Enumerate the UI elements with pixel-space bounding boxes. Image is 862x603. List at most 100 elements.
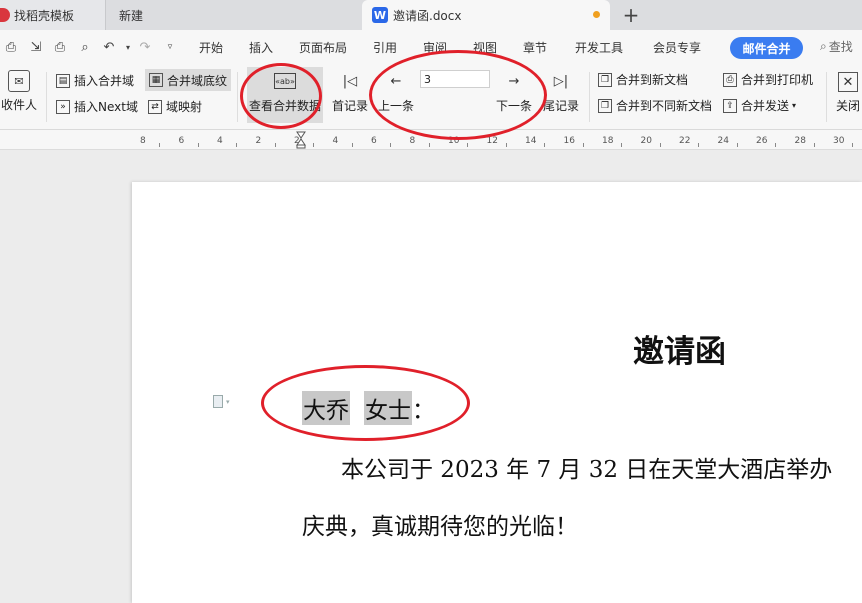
first-record-icon: |◁: [342, 74, 358, 89]
annotation-circle-view-merged-data: [240, 63, 322, 129]
search-button[interactable]: ⌕ 查找: [820, 38, 853, 55]
separator: [237, 72, 238, 122]
menu-chapter[interactable]: 章节: [523, 39, 547, 56]
menu-developer[interactable]: 开发工具: [575, 39, 623, 56]
tab-document-label: 邀请函.docx: [393, 8, 462, 23]
ruler-tick-label: 16: [563, 136, 575, 146]
menu-member[interactable]: 会员专享: [653, 39, 701, 56]
document-title: 邀请函: [633, 334, 726, 370]
paragraph-handle[interactable]: ▾: [213, 395, 230, 408]
redo-icon[interactable]: ↷: [136, 38, 154, 56]
unsaved-indicator: [593, 11, 600, 18]
ruler-tick: [313, 143, 315, 147]
insert-merge-field-button[interactable]: ▤ 插入合并域: [56, 72, 134, 89]
close-icon: ✕: [838, 72, 858, 92]
merge-new-doc-button[interactable]: ❐ 合并到新文档: [598, 71, 688, 88]
ruler-tick: [621, 143, 623, 147]
ruler-tick-label: 18: [602, 136, 614, 146]
ruler-tick: [544, 143, 546, 147]
ruler-tick-label: 2: [255, 136, 262, 146]
ruler-tick: [390, 143, 392, 147]
recipients-button[interactable]: ✉ 收件人: [0, 70, 38, 113]
last-record-label: 尾记录: [542, 99, 579, 113]
ruler-tick: [274, 143, 276, 147]
merge-printer-label: 合并到打印机: [741, 73, 814, 87]
menu-insert[interactable]: 插入: [249, 39, 273, 56]
new-tab-button[interactable]: +: [618, 0, 644, 30]
ruler-tick: [659, 143, 661, 147]
menu-mail-merge[interactable]: 邮件合并: [730, 37, 803, 59]
tab-new-label: 新建: [119, 8, 144, 23]
separator: [826, 72, 827, 122]
printer-icon: ⎙: [723, 72, 737, 87]
ruler-tick: [236, 143, 238, 147]
merge-send-button[interactable]: ⇪ 合并发送 ▾: [723, 97, 796, 114]
paragraph-icon: [213, 395, 223, 408]
ruler-tick: [351, 143, 353, 147]
ruler-tick-label: 8: [409, 136, 416, 146]
ruler-tick: [698, 143, 700, 147]
recipients-label: 收件人: [0, 98, 37, 112]
plus-icon: +: [622, 3, 640, 27]
first-record-button[interactable]: |◁ 首记录: [330, 74, 370, 114]
merge-field-icon: ▤: [56, 73, 70, 88]
ruler-tick-label: 6: [371, 136, 377, 146]
shading-icon: ▦: [149, 73, 163, 87]
print-icon[interactable]: ⎙: [51, 38, 69, 56]
last-record-icon: ▷|: [553, 74, 569, 89]
wps-logo-icon: [0, 8, 10, 22]
ruler-tick: [467, 143, 469, 147]
ruler-tick: [197, 143, 199, 147]
undo-dropdown-icon[interactable]: ▾: [119, 38, 137, 56]
paragraph-dropdown-icon: ▾: [226, 397, 230, 406]
indent-marker-icon[interactable]: [296, 131, 306, 149]
last-record-button[interactable]: ▷| 尾记录: [541, 74, 581, 114]
search-icon: ⌕: [820, 39, 827, 53]
merge-different-docs-label: 合并到不同新文档: [616, 99, 713, 113]
insert-next-field-label: 插入Next域: [74, 100, 138, 114]
merge-different-docs-button[interactable]: ❐ 合并到不同新文档: [598, 97, 712, 114]
first-record-label: 首记录: [331, 99, 368, 113]
close-label: 关闭: [835, 99, 860, 113]
ruler-tick-label: 12: [486, 136, 498, 146]
ruler-tick-label: 30: [833, 136, 845, 146]
merge-printer-button[interactable]: ⎙ 合并到打印机: [723, 71, 813, 88]
ruler-tick-label: 6: [178, 136, 185, 146]
tab-document[interactable]: W 邀请函.docx: [362, 0, 610, 30]
field-mapping-button[interactable]: ⇄ 域映射: [148, 98, 202, 115]
ruler-tick-label: 20: [640, 136, 652, 146]
ruler-tick-label: 4: [332, 136, 339, 146]
merge-send-label: 合并发送: [741, 99, 790, 113]
insert-next-field-button[interactable]: » 插入Next域: [56, 98, 138, 115]
tab-template[interactable]: 找稻壳模板: [0, 0, 106, 30]
field-mapping-label: 域映射: [166, 100, 203, 114]
ruler-tick: [813, 143, 815, 147]
tab-new[interactable]: 新建: [107, 0, 359, 30]
print-preview-icon[interactable]: ⌕: [76, 38, 94, 56]
menu-page-layout[interactable]: 页面布局: [299, 39, 347, 56]
tab-template-label: 找稻壳模板: [14, 8, 75, 23]
word-doc-icon: W: [372, 7, 388, 23]
merge-field-shading-button[interactable]: ▦ 合并域底纹: [145, 69, 232, 91]
ruler-tick-label: 26: [756, 136, 768, 146]
customize-toolbar-icon[interactable]: ▿: [161, 38, 179, 56]
menu-references[interactable]: 引用: [373, 39, 397, 56]
save-icon[interactable]: ⎙: [2, 38, 20, 56]
ruler-tick: [428, 143, 430, 147]
menu-home[interactable]: 开始: [199, 39, 223, 56]
ruler-tick-label: 22: [679, 136, 691, 146]
ruler-tick-label: 28: [794, 136, 806, 146]
field-mapping-icon: ⇄: [148, 99, 162, 114]
send-icon: ⇪: [723, 98, 737, 113]
ruler-tick-label: 4: [217, 136, 223, 146]
menu-mail-merge-label: 邮件合并: [742, 41, 791, 56]
tab-bar: 找稻壳模板 新建 W 邀请函.docx +: [0, 0, 862, 30]
close-mail-merge-button[interactable]: ✕ 关闭: [834, 72, 862, 114]
separator: [589, 72, 590, 122]
output-icon[interactable]: ⇲: [27, 38, 45, 56]
ruler-tick-label: 8: [140, 136, 146, 146]
annotation-circle-salutation: [261, 365, 470, 441]
ruler-tick: [775, 143, 777, 147]
undo-icon[interactable]: ↶: [100, 38, 118, 56]
ruler-tick: [159, 143, 161, 147]
